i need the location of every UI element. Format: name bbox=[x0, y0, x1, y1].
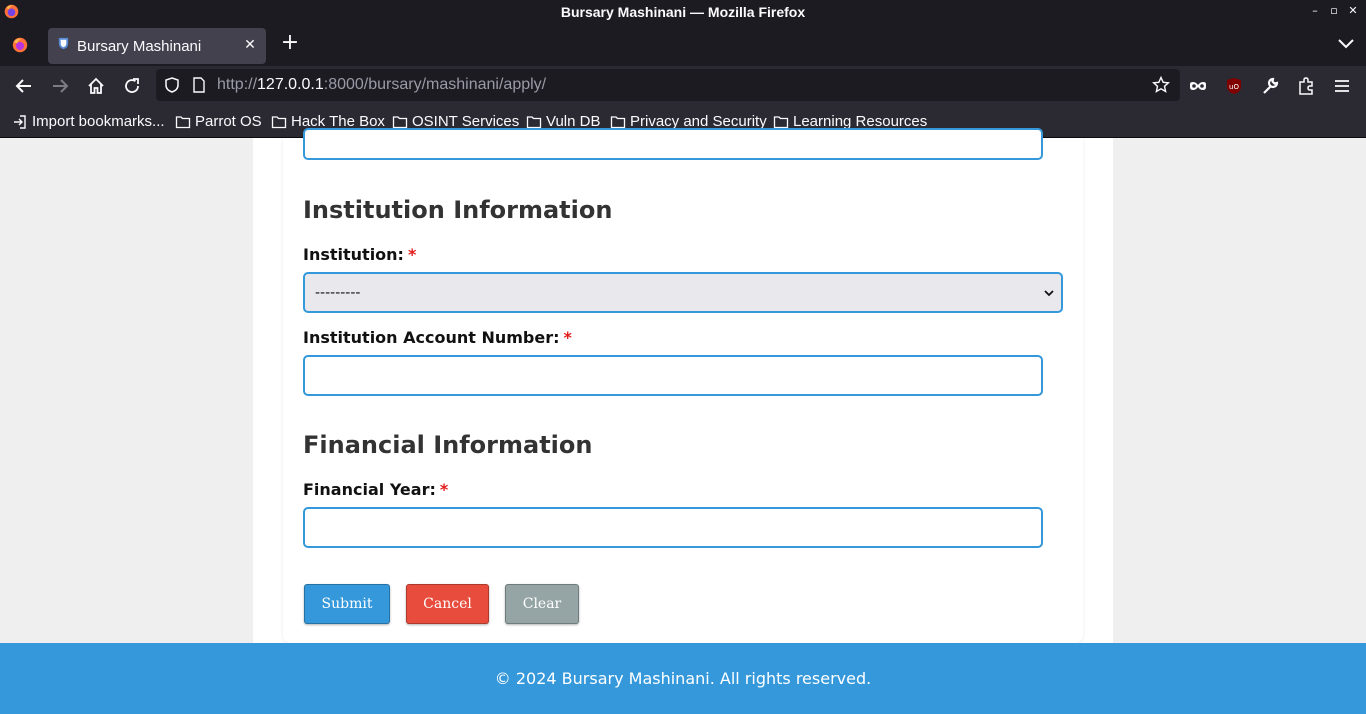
import-icon bbox=[14, 115, 26, 129]
tab-title: Bursary Mashinani bbox=[77, 38, 202, 55]
financial-section-heading: Financial Information bbox=[303, 431, 593, 459]
institution-label-text: Institution: bbox=[303, 245, 404, 264]
submit-button[interactable]: Submit bbox=[304, 584, 390, 624]
cancel-button[interactable]: Cancel bbox=[406, 584, 489, 624]
account-number-label: Institution Account Number: * bbox=[303, 328, 572, 347]
svg-text:uO: uO bbox=[1229, 83, 1239, 91]
institution-select[interactable]: --------- bbox=[303, 272, 1063, 313]
hamburger-menu-icon[interactable] bbox=[1332, 76, 1352, 96]
required-asterisk: * bbox=[439, 480, 449, 499]
close-window-button[interactable]: ✕ bbox=[1344, 2, 1362, 20]
institution-label: Institution: * bbox=[303, 245, 416, 264]
home-icon[interactable] bbox=[86, 76, 106, 96]
bookmark-label: Parrot OS bbox=[195, 113, 262, 130]
list-all-tabs-chevron-icon[interactable] bbox=[1337, 36, 1355, 52]
wrench-tools-icon[interactable] bbox=[1260, 76, 1280, 96]
folder-icon bbox=[271, 116, 287, 129]
firefox-view-icon[interactable] bbox=[11, 36, 29, 54]
institution-select-value: --------- bbox=[315, 285, 361, 301]
url-text[interactable]: http://127.0.0.1:8000/bursary/mashinani/… bbox=[217, 76, 546, 94]
url-host: 127.0.0.1 bbox=[257, 76, 324, 93]
clear-button[interactable]: Clear bbox=[505, 584, 579, 624]
chevron-down-icon bbox=[1044, 290, 1054, 297]
bookmark-star-icon[interactable] bbox=[1152, 76, 1170, 94]
financial-year-label: Financial Year: * bbox=[303, 480, 448, 499]
page-viewport: Institution Information Institution: * --… bbox=[0, 128, 1366, 643]
institution-section-heading: Institution Information bbox=[303, 196, 613, 224]
required-asterisk: * bbox=[563, 328, 572, 347]
url-prefix: http:// bbox=[217, 76, 258, 93]
address-bar[interactable]: http://127.0.0.1:8000/bursary/mashinani/… bbox=[156, 69, 1180, 101]
site-footer: © 2024 Bursary Mashinani. All rights res… bbox=[0, 643, 1366, 714]
folder-icon bbox=[175, 116, 191, 129]
account-number-input[interactable] bbox=[303, 355, 1043, 396]
ublock-origin-icon[interactable]: uO bbox=[1224, 76, 1244, 96]
content-column: Institution Information Institution: * --… bbox=[253, 128, 1113, 643]
page-info-icon[interactable] bbox=[192, 77, 206, 93]
tab-close-icon[interactable]: ✕ bbox=[242, 37, 258, 53]
previous-field-input[interactable] bbox=[303, 128, 1043, 160]
maximize-button[interactable]: ▫ bbox=[1325, 2, 1343, 20]
window-title: Bursary Mashinani — Mozilla Firefox bbox=[560, 4, 806, 20]
extension-mask-icon[interactable] bbox=[1188, 76, 1208, 96]
forward-arrow-icon[interactable] bbox=[50, 76, 70, 96]
account-number-label-text: Institution Account Number: bbox=[303, 328, 560, 347]
application-form-card: Institution Information Institution: * --… bbox=[283, 128, 1083, 643]
financial-year-input[interactable] bbox=[303, 507, 1043, 548]
extensions-puzzle-icon[interactable] bbox=[1296, 76, 1316, 96]
footer-copyright: © 2024 Bursary Mashinani. All rights res… bbox=[494, 669, 872, 688]
tracking-protection-shield-icon[interactable] bbox=[164, 77, 180, 93]
tab-bursary-mashinani[interactable]: Bursary Mashinani ✕ bbox=[48, 28, 266, 64]
bookmark-label: Import bookmarks... bbox=[32, 113, 165, 130]
minimize-button[interactable]: – bbox=[1306, 2, 1324, 20]
navigation-toolbar: http://127.0.0.1:8000/bursary/mashinani/… bbox=[0, 66, 1366, 106]
window-titlebar: Bursary Mashinani — Mozilla Firefox – ▫ … bbox=[0, 0, 1366, 24]
financial-year-label-text: Financial Year: bbox=[303, 480, 436, 499]
site-favicon-icon bbox=[58, 37, 69, 50]
reload-icon[interactable] bbox=[122, 76, 142, 96]
required-asterisk: * bbox=[407, 245, 417, 264]
tab-strip: Bursary Mashinani ✕ bbox=[0, 24, 1366, 66]
back-arrow-icon[interactable] bbox=[14, 76, 34, 96]
url-path: :8000/bursary/mashinani/apply/ bbox=[323, 76, 547, 93]
new-tab-button[interactable]: + bbox=[280, 32, 300, 54]
